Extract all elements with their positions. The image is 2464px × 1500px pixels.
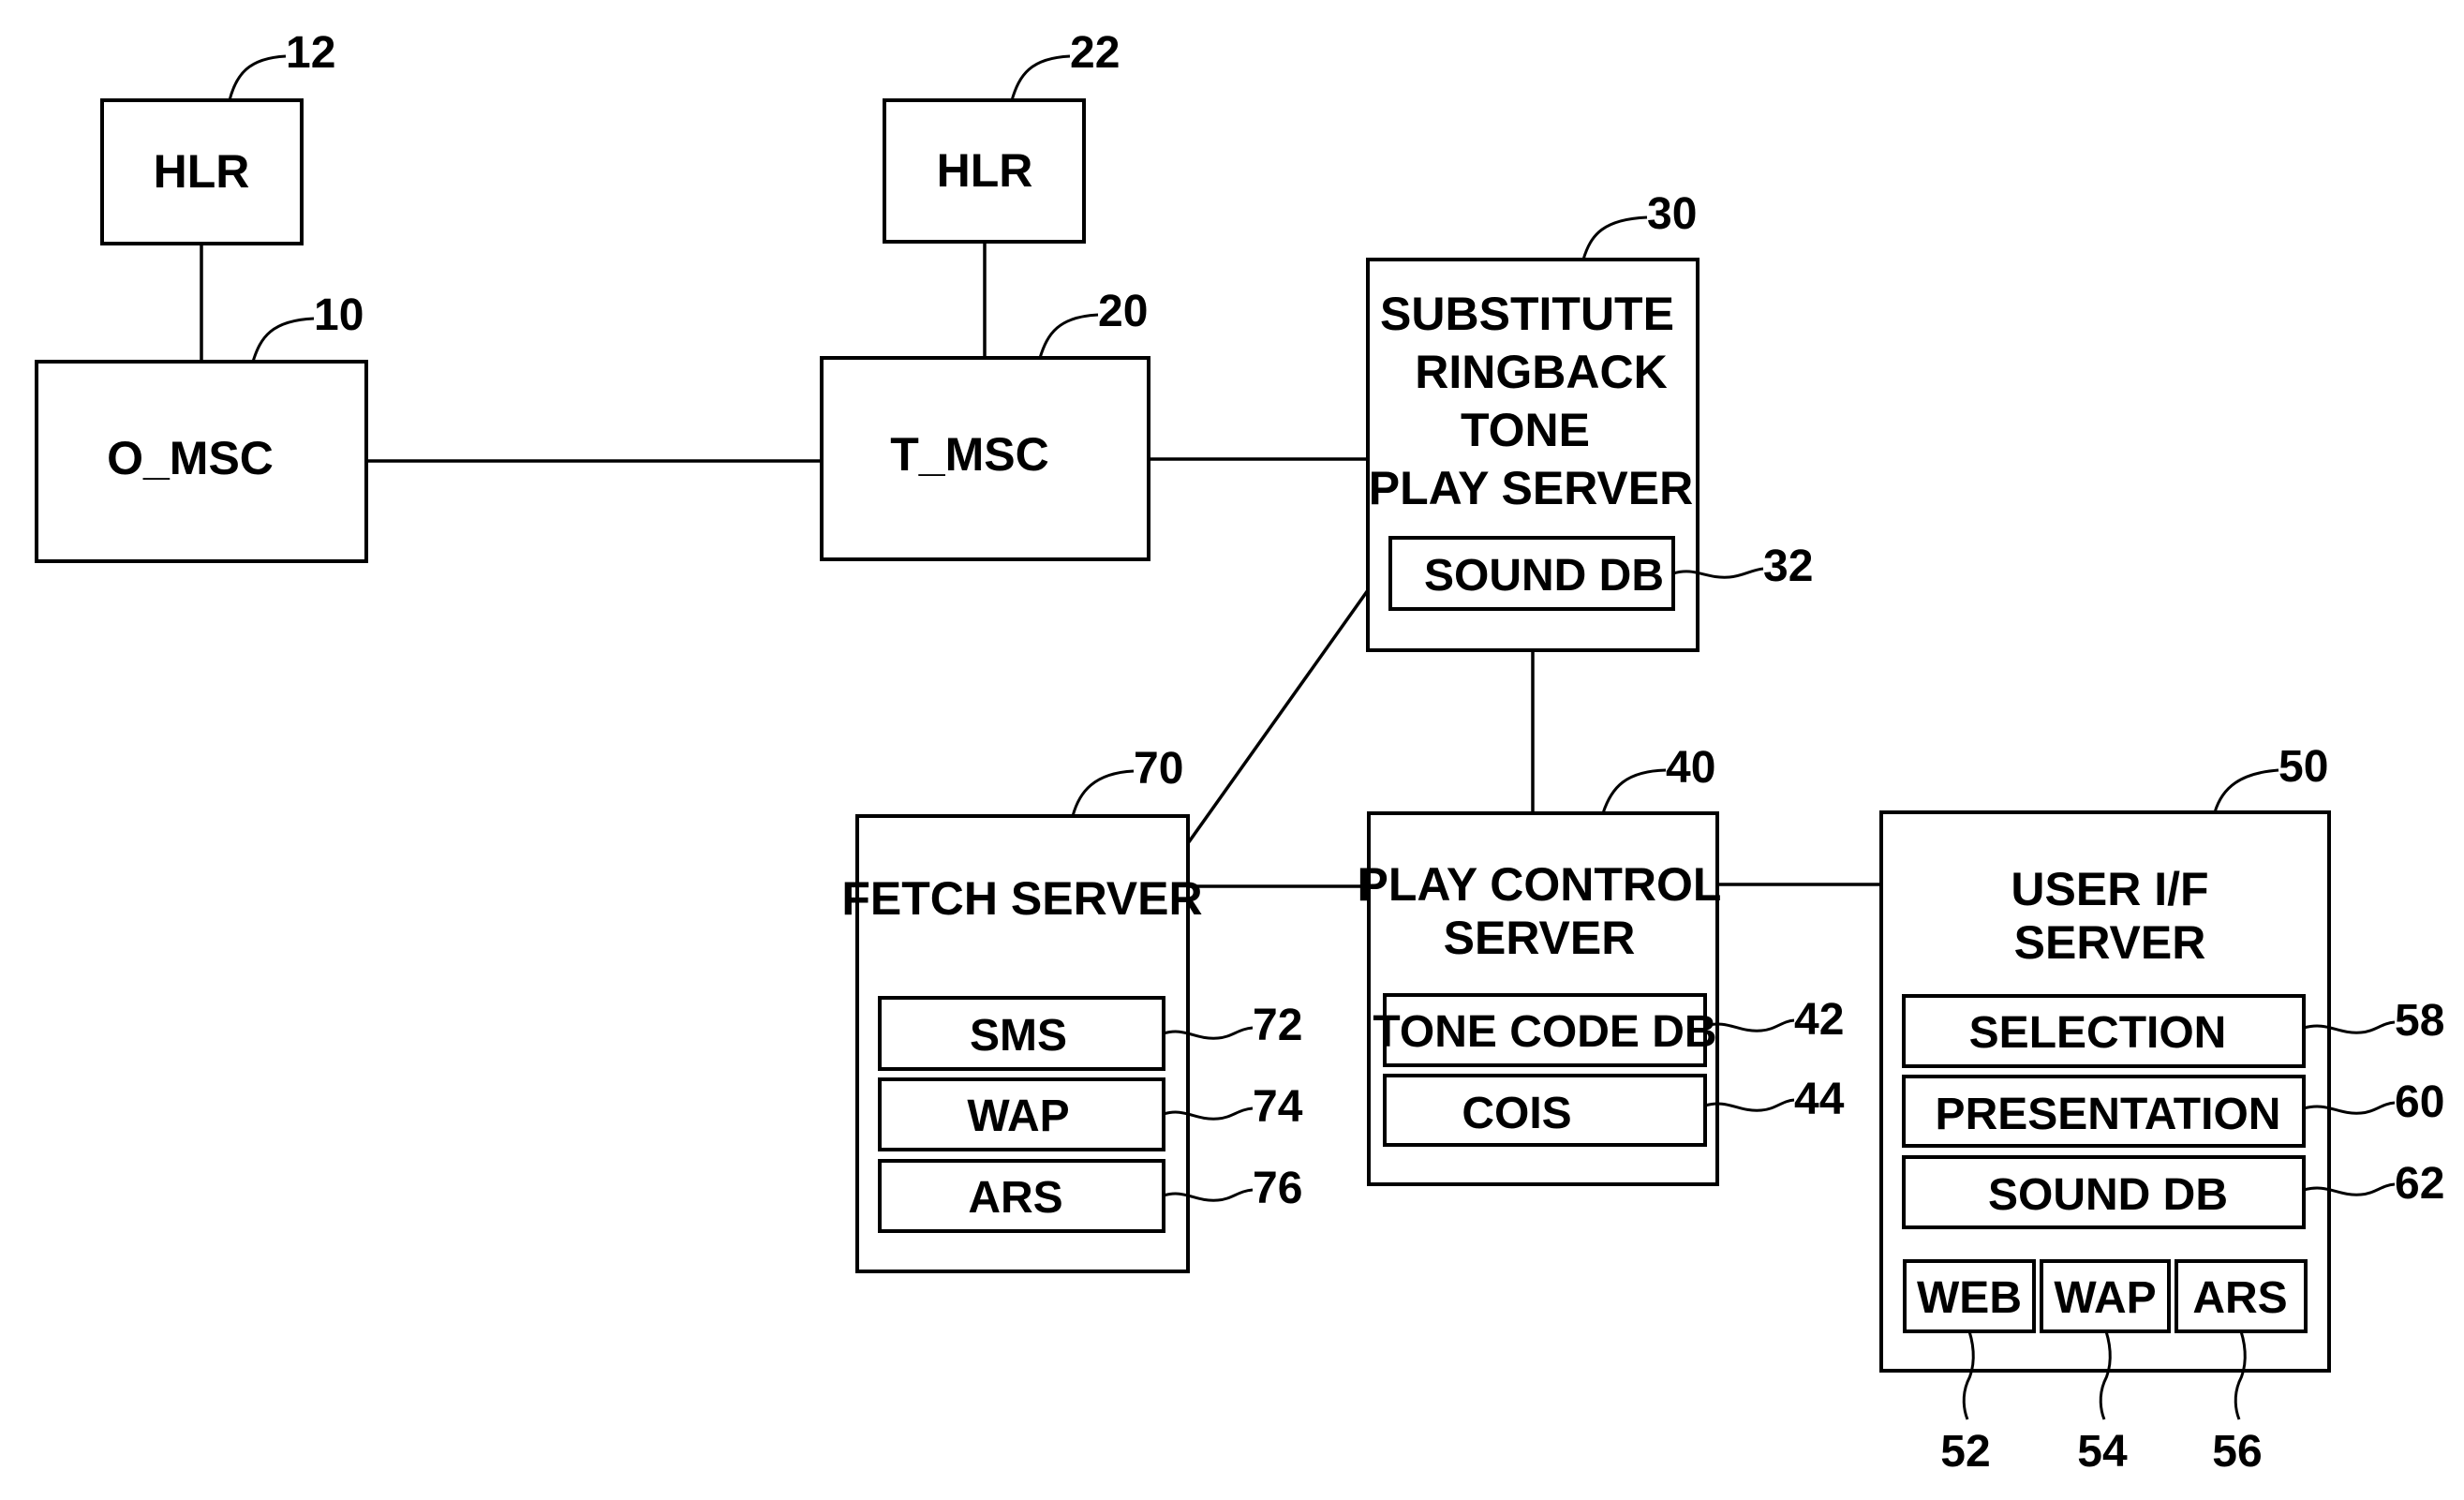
selection-label: SELECTION	[1969, 1008, 2227, 1058]
wap-label: WAP	[967, 1092, 1069, 1141]
ars-port-label: ARS	[2192, 1273, 2287, 1323]
ref-number: 62	[2395, 1159, 2444, 1209]
ars-label: ARS	[968, 1173, 1062, 1223]
ref-number: 60	[2395, 1077, 2444, 1127]
omsc-label: O_MSC	[107, 432, 274, 484]
ref-number: 32	[1763, 542, 1813, 591]
ref-leader	[1601, 768, 1667, 814]
srtps-title-line: TONE	[1461, 404, 1590, 456]
ref-leader	[228, 54, 287, 101]
ref-number: 42	[1794, 995, 1844, 1045]
ref-leader	[251, 317, 315, 363]
network-diagram: HLR 12 O_MSC 10 HLR 22 T_MSC 20 SUBSTITU…	[35, 28, 2444, 1477]
edge-srtps-fetch	[1186, 588, 1370, 845]
user-if-title-line: USER I/F	[2011, 863, 2208, 915]
ref-leader	[1038, 313, 1099, 359]
ref-number: 58	[2395, 996, 2444, 1046]
ref-number: 20	[1098, 287, 1148, 336]
hlr-22-label: HLR	[937, 144, 1033, 197]
ref-number: 72	[1253, 1001, 1302, 1050]
sms-label: SMS	[970, 1011, 1067, 1061]
ref-leader	[2213, 768, 2279, 813]
ref-leader	[1581, 215, 1648, 260]
srtps-title-line: SUBSTITUTE	[1380, 288, 1674, 340]
ref-number: 54	[2077, 1427, 2128, 1477]
fetch-title: FETCH SERVER	[841, 872, 1202, 925]
substitute-ringback-tone-play-server-node: SUBSTITUTE RINGBACK TONE PLAY SERVER 30 …	[1366, 189, 1813, 652]
play-control-title-line: SERVER	[1444, 912, 1636, 964]
hlr-22-node: HLR 22	[883, 28, 1120, 244]
ref-number: 30	[1647, 189, 1697, 239]
sound-db-62-label: SOUND DB	[1988, 1170, 2228, 1220]
ref-number: 44	[1794, 1075, 1845, 1124]
ref-number: 12	[286, 28, 335, 78]
ref-number: 10	[314, 290, 364, 340]
ref-number: 74	[1253, 1082, 1303, 1132]
tmsc-label: T_MSC	[890, 428, 1048, 481]
ref-leader	[1010, 54, 1071, 101]
user-if-title-line: SERVER	[2014, 916, 2206, 969]
ref-number: 40	[1666, 743, 1715, 793]
play-control-title-line: PLAY CONTROL	[1358, 858, 1722, 911]
hlr-12-label: HLR	[154, 145, 250, 198]
fetch-server-node: FETCH SERVER 70 SMS 72 WAP 74 ARS 76	[841, 744, 1303, 1273]
ref-number: 76	[1253, 1164, 1302, 1213]
play-control-server-node: PLAY CONTROL SERVER 40 TONE CODE DB 42 C…	[1358, 743, 1845, 1186]
presentation-label: PRESENTATION	[1936, 1090, 2281, 1139]
ref-number: 52	[1940, 1427, 1990, 1477]
srtps-title-line: PLAY SERVER	[1369, 462, 1693, 514]
sound-db-32-label: SOUND DB	[1424, 551, 1664, 601]
ref-number: 50	[2278, 742, 2328, 792]
cois-label: COIS	[1462, 1089, 1571, 1138]
srtps-title-line: RINGBACK	[1415, 346, 1667, 398]
hlr-12-node: HLR 12	[100, 28, 335, 245]
ref-number: 22	[1070, 28, 1120, 78]
ref-number: 56	[2212, 1427, 2262, 1477]
ref-number: 70	[1134, 744, 1183, 794]
wap-port-label: WAP	[2054, 1273, 2156, 1323]
user-if-server-node: USER I/F SERVER 50 SELECTION 58 PRESENTA…	[1879, 742, 2444, 1477]
tone-code-db-label: TONE CODE DB	[1373, 1007, 1716, 1057]
ref-leader	[1071, 769, 1135, 817]
web-port-label: WEB	[1917, 1273, 2022, 1323]
